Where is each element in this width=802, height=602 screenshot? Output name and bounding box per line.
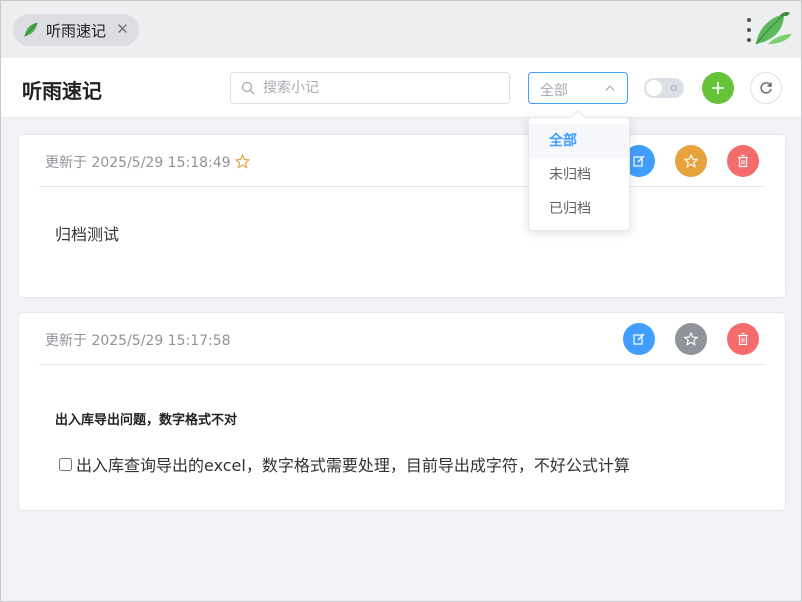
- task-text: 出入库查询导出的excel，数字格式需要处理，目前导出成字符，不好公式计算: [76, 456, 630, 475]
- trash-icon: [738, 332, 748, 346]
- tab-title: 听雨速记: [46, 21, 107, 40]
- archive-toggle[interactable]: [644, 78, 684, 98]
- chevron-up-icon: [605, 85, 615, 91]
- note-card: 更新于 2025/5/29 15:17:58 出入库导出问题，数字格式不对 出入…: [18, 312, 786, 511]
- star-outline-icon: [234, 154, 250, 169]
- task-checkbox[interactable]: [59, 457, 72, 471]
- search-icon: [241, 81, 255, 95]
- search-input[interactable]: [263, 74, 503, 102]
- archive-filter-select[interactable]: 全部: [528, 72, 628, 104]
- delete-button[interactable]: [727, 323, 759, 355]
- edit-icon: [633, 155, 645, 167]
- page-title: 听雨速记: [22, 79, 102, 103]
- trash-icon: [738, 154, 748, 168]
- edit-icon: [633, 333, 645, 345]
- refresh-button[interactable]: [750, 72, 782, 104]
- search-box[interactable]: [230, 72, 510, 104]
- note-card-header: 更新于 2025/5/29 15:18:49: [39, 135, 765, 187]
- note-card-header: 更新于 2025/5/29 15:17:58: [39, 313, 765, 365]
- note-card: 更新于 2025/5/29 15:18:49 归档测试: [18, 134, 786, 298]
- note-updated-time: 更新于 2025/5/29 15:17:58: [45, 333, 231, 349]
- favorite-button[interactable]: [675, 145, 707, 177]
- filter-selected-value: 全部: [540, 83, 568, 99]
- filter-dropdown: 全部 未归档 已归档: [528, 109, 630, 231]
- tab-main[interactable]: 听雨速记 ✕: [13, 14, 139, 46]
- header-toolbar: 听雨速记 全部: [1, 58, 801, 118]
- toggle-off-indicator: [671, 85, 677, 91]
- note-actions: [623, 323, 759, 355]
- filter-option-archived[interactable]: 已归档: [529, 192, 629, 226]
- bird-logo-icon: [24, 22, 38, 37]
- note-updated-text: 更新于 2025/5/29 15:18:49: [45, 155, 231, 171]
- note-content: 归档测试: [55, 225, 120, 244]
- add-note-button[interactable]: [702, 72, 734, 104]
- bird-logo-icon: [755, 12, 792, 45]
- star-icon: [684, 332, 698, 346]
- note-actions: [623, 145, 759, 177]
- edit-button[interactable]: [623, 323, 655, 355]
- refresh-icon: [760, 82, 772, 94]
- note-heading: 出入库导出问题，数字格式不对: [55, 413, 238, 428]
- more-vertical-icon[interactable]: [744, 18, 754, 42]
- task-item: 出入库查询导出的excel，数字格式需要处理，目前导出成字符，不好公式计算: [59, 452, 630, 476]
- plus-icon: [712, 82, 724, 94]
- note-updated-time: 更新于 2025/5/29 15:18:49: [45, 152, 250, 172]
- delete-button[interactable]: [727, 145, 759, 177]
- star-icon: [684, 154, 698, 168]
- tab-bar: 听雨速记 ✕: [1, 1, 801, 58]
- filter-option-all[interactable]: 全部: [529, 124, 629, 158]
- close-icon[interactable]: ✕: [115, 22, 130, 37]
- filter-option-unarchived[interactable]: 未归档: [529, 158, 629, 192]
- app-window: 听雨速记 ✕ 听雨速记 全部: [0, 0, 802, 602]
- toggle-knob: [646, 80, 662, 96]
- favorite-button[interactable]: [675, 323, 707, 355]
